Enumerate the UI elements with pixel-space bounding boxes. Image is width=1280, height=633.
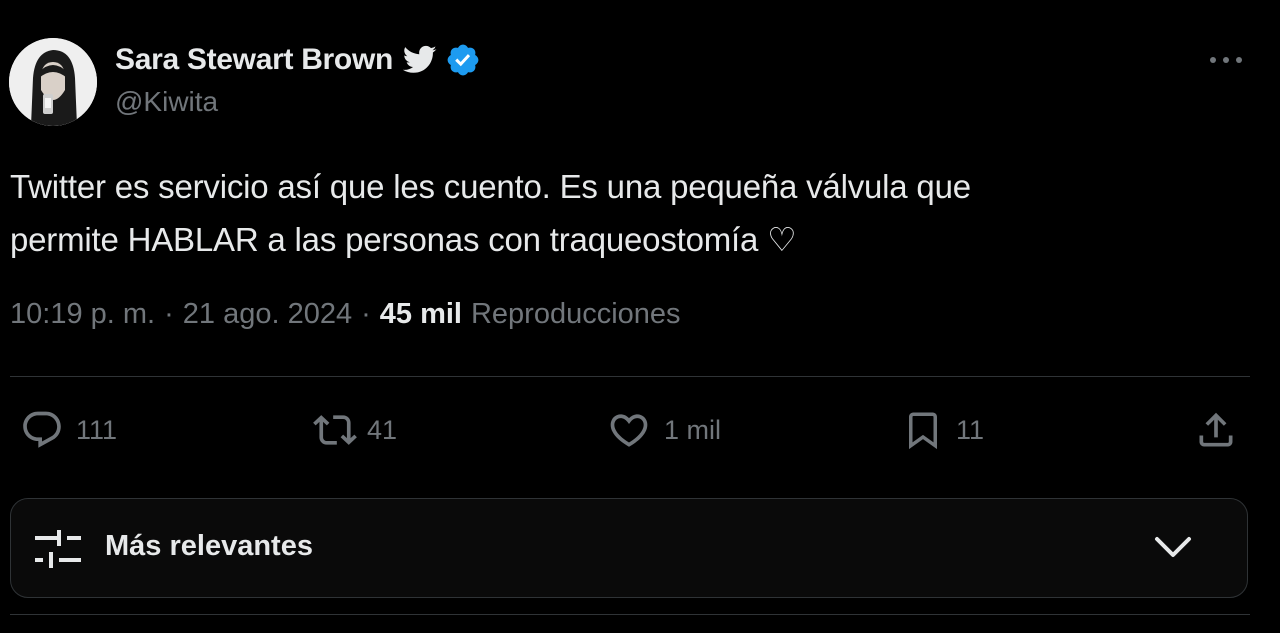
views-count[interactable]: 45 mil xyxy=(380,298,462,331)
meta-separator: · xyxy=(164,298,174,330)
divider xyxy=(10,614,1250,615)
retweet-count: 41 xyxy=(367,414,398,445)
reply-count: 111 xyxy=(76,414,118,445)
sliders-icon xyxy=(35,530,81,568)
author-name-row: Sara Stewart Brown xyxy=(115,40,481,80)
tweet-detail: Sara Stewart Brown @Kiwita Twitter es se… xyxy=(0,0,1280,633)
retweet-icon xyxy=(313,415,357,445)
tweet-text-line-1: Twitter es servicio así que les cuento. … xyxy=(10,168,971,205)
retweet-button[interactable]: 41 xyxy=(311,400,397,460)
bookmark-button[interactable]: 11 xyxy=(902,400,984,460)
tweet-time[interactable]: 10:19 p. m. xyxy=(10,298,155,331)
views-label: Reproducciones xyxy=(470,298,681,330)
share-button[interactable] xyxy=(1194,400,1238,460)
like-button[interactable]: 1 mil xyxy=(606,400,721,460)
tweet-meta: 10:19 p. m. · 21 ago. 2024 · 45 mil Repr… xyxy=(10,298,681,331)
avatar[interactable] xyxy=(9,38,97,126)
author-handle[interactable]: @Kiwita xyxy=(115,86,218,118)
reply-icon xyxy=(23,411,61,448)
like-count: 1 mil xyxy=(664,414,722,445)
tweet-actions: 111 41 1 mil 11 xyxy=(0,400,1280,460)
tweet-text: Twitter es servicio así que les cuento. … xyxy=(10,160,1210,266)
sort-replies-dropdown[interactable]: Más relevantes xyxy=(10,498,1248,598)
bookmark-count: 11 xyxy=(956,414,985,445)
more-dots-icon xyxy=(1210,57,1242,63)
author-display-name[interactable]: Sara Stewart Brown xyxy=(115,43,393,77)
bookmark-icon xyxy=(909,412,937,450)
chevron-down-icon xyxy=(1155,537,1191,557)
more-options-button[interactable] xyxy=(1204,40,1248,80)
tweet-text-line-2: permite HABLAR a las personas con traque… xyxy=(10,221,797,258)
share-icon xyxy=(1199,412,1233,447)
heart-icon xyxy=(610,414,648,447)
divider xyxy=(10,376,1250,377)
tweet-date[interactable]: 21 ago. 2024 xyxy=(183,298,352,331)
verified-badge-icon xyxy=(445,42,481,78)
meta-separator: · xyxy=(361,298,371,330)
sort-label: Más relevantes xyxy=(105,530,313,562)
twitter-bird-icon xyxy=(402,45,437,75)
reply-button[interactable]: 111 xyxy=(20,400,117,460)
